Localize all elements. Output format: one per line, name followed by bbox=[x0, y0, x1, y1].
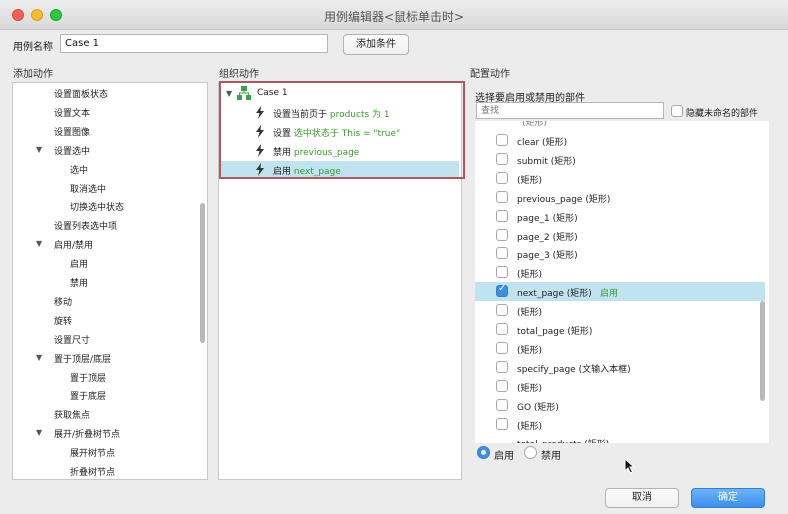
widget-list-scrollbar[interactable] bbox=[760, 301, 765, 401]
widget-label: GO (矩形) bbox=[517, 402, 559, 413]
title-bar: 用例编辑器<鼠标单击时> bbox=[0, 0, 788, 30]
action-item[interactable]: 置于顶层/底层 bbox=[54, 352, 111, 365]
add-actions-title: 添加动作 bbox=[13, 69, 53, 80]
widget-row[interactable]: (矩形) bbox=[475, 339, 765, 358]
action-item[interactable]: 设置面板状态 bbox=[54, 87, 108, 100]
widget-label: (矩形) bbox=[517, 383, 543, 394]
configure-actions-title: 配置动作 bbox=[470, 69, 510, 80]
disable-radio-label: 禁用 bbox=[541, 451, 561, 462]
widget-checkbox[interactable] bbox=[496, 247, 508, 260]
widget-label: (矩形) bbox=[517, 308, 543, 319]
action-item[interactable]: 设置尺寸 bbox=[54, 333, 90, 346]
action-item[interactable]: 设置选中 bbox=[54, 144, 90, 157]
tree-toggle-icon[interactable]: ▼ bbox=[36, 145, 42, 154]
widget-checkbox[interactable] bbox=[496, 304, 508, 317]
action-item[interactable]: 设置文本 bbox=[54, 106, 90, 119]
widget-row[interactable]: submit (矩形) bbox=[475, 150, 765, 169]
action-item[interactable]: 设置图像 bbox=[54, 125, 90, 138]
widget-row[interactable]: page_3 (矩形) bbox=[475, 244, 765, 263]
widget-checkbox[interactable] bbox=[496, 134, 508, 146]
widget-label: total_page (矩形) bbox=[517, 327, 593, 337]
action-item[interactable]: 旋转 bbox=[54, 314, 72, 327]
case-highlight-box bbox=[219, 81, 465, 179]
action-item[interactable]: 置于顶层 bbox=[70, 371, 106, 384]
ok-button[interactable]: 确定 bbox=[691, 488, 765, 508]
action-item[interactable]: 折叠树节点 bbox=[70, 465, 115, 478]
widget-row[interactable]: (矩形) bbox=[475, 377, 765, 396]
widget-checkbox[interactable] bbox=[496, 341, 508, 354]
widget-row[interactable]: page_2 (矩形) bbox=[475, 226, 765, 245]
disable-radio[interactable] bbox=[524, 446, 537, 459]
action-item[interactable]: 设置列表选中项 bbox=[54, 219, 117, 232]
widget-checkbox[interactable] bbox=[496, 323, 508, 335]
partial-widget-bottom: total_products (矩形) bbox=[517, 437, 609, 443]
widget-label: (矩形) bbox=[517, 421, 543, 432]
window-title: 用例编辑器<鼠标单击时> bbox=[323, 10, 465, 24]
action-item[interactable]: 启用 bbox=[70, 257, 88, 270]
add-condition-button[interactable]: 添加条件 bbox=[343, 34, 409, 55]
widget-label: page_2 (矩形) bbox=[517, 232, 578, 243]
widget-checkbox[interactable] bbox=[496, 417, 508, 430]
widget-checkbox[interactable] bbox=[496, 398, 508, 411]
action-item[interactable]: 选中 bbox=[70, 163, 88, 176]
organize-actions-title: 组织动作 bbox=[219, 69, 259, 80]
case-name-label: 用例名称 bbox=[13, 42, 53, 53]
action-item[interactable]: 取消选中 bbox=[70, 182, 106, 195]
widget-row[interactable]: page_1 (矩形) bbox=[475, 207, 765, 226]
hide-unnamed-checkbox[interactable] bbox=[671, 105, 683, 117]
widget-row[interactable]: specify_page (文输入本框) bbox=[475, 358, 765, 377]
partial-widget-top: (矩形) bbox=[522, 121, 548, 128]
widget-row[interactable]: total_page (矩形) bbox=[475, 320, 765, 339]
action-item[interactable]: 禁用 bbox=[70, 276, 88, 289]
widget-status: 启用 bbox=[600, 289, 619, 300]
widget-row[interactable]: (矩形) bbox=[475, 263, 765, 282]
widget-row[interactable]: GO (矩形) bbox=[475, 396, 765, 415]
widget-checkbox[interactable] bbox=[496, 152, 508, 165]
widget-label: (矩形) bbox=[517, 175, 543, 186]
widget-row[interactable]: clear (矩形) bbox=[475, 131, 765, 150]
widget-search-input[interactable] bbox=[476, 102, 664, 119]
tree-toggle-icon[interactable]: ▼ bbox=[36, 239, 42, 248]
action-item[interactable]: 展开树节点 bbox=[70, 446, 115, 459]
enable-radio[interactable] bbox=[477, 446, 490, 459]
widget-checkbox[interactable] bbox=[496, 360, 508, 373]
add-actions-panel: 设置面板状态 设置文本设置图像 ▼ 设置选中选中取消选中切换选中状态设置列表选中项 ▼ 启… bbox=[12, 82, 208, 480]
widget-label: previous_page (矩形) bbox=[517, 194, 611, 205]
action-item[interactable]: 启用/禁用 bbox=[54, 238, 93, 251]
tree-toggle-icon[interactable]: ▼ bbox=[36, 353, 42, 362]
widget-label: specify_page (文输入本框) bbox=[517, 364, 631, 375]
widget-checkbox[interactable] bbox=[496, 171, 508, 184]
widget-list-panel: (矩形) clear (矩形) submit (矩形) (矩形) previous_pa… bbox=[475, 121, 769, 443]
action-item[interactable]: 展开/折叠树节点 bbox=[54, 427, 120, 440]
widget-row[interactable]: (矩形) bbox=[475, 301, 765, 320]
widget-label: next_page (矩形) bbox=[517, 289, 592, 300]
widget-row[interactable]: (矩形) bbox=[475, 169, 765, 188]
widget-label: submit (矩形) bbox=[517, 156, 576, 167]
widget-label: (矩形) bbox=[517, 270, 543, 281]
case-name-input[interactable] bbox=[60, 34, 328, 53]
action-item[interactable]: 获取焦点 bbox=[54, 408, 90, 421]
enable-radio-label: 启用 bbox=[494, 451, 514, 462]
hide-unnamed-label: 隐藏未命名的部件 bbox=[686, 109, 759, 119]
widget-label: clear (矩形) bbox=[517, 138, 568, 148]
widget-row[interactable]: next_page (矩形) 启用 bbox=[475, 282, 765, 302]
tree-toggle-icon[interactable]: ▼ bbox=[36, 428, 42, 437]
widget-row[interactable]: (矩形) bbox=[475, 415, 765, 434]
widget-label: (矩形) bbox=[517, 345, 543, 356]
action-item[interactable]: 置于底层 bbox=[70, 389, 106, 402]
widget-checkbox[interactable] bbox=[496, 266, 508, 279]
mouse-cursor-icon bbox=[624, 457, 636, 477]
widget-checkbox[interactable] bbox=[496, 209, 508, 222]
action-item[interactable]: 切换选中状态 bbox=[70, 200, 124, 213]
cancel-button[interactable]: 取消 bbox=[605, 488, 679, 508]
widget-checkbox[interactable] bbox=[496, 379, 508, 392]
widget-checkbox[interactable] bbox=[496, 190, 508, 203]
widget-checkbox[interactable] bbox=[496, 228, 508, 241]
add-actions-scrollbar[interactable] bbox=[200, 203, 205, 343]
action-item[interactable]: 移动 bbox=[54, 295, 72, 308]
widget-label: page_1 (矩形) bbox=[517, 213, 578, 224]
widget-label: page_3 (矩形) bbox=[517, 251, 578, 262]
widget-checkbox[interactable] bbox=[496, 283, 508, 298]
widget-row[interactable]: previous_page (矩形) bbox=[475, 188, 765, 207]
